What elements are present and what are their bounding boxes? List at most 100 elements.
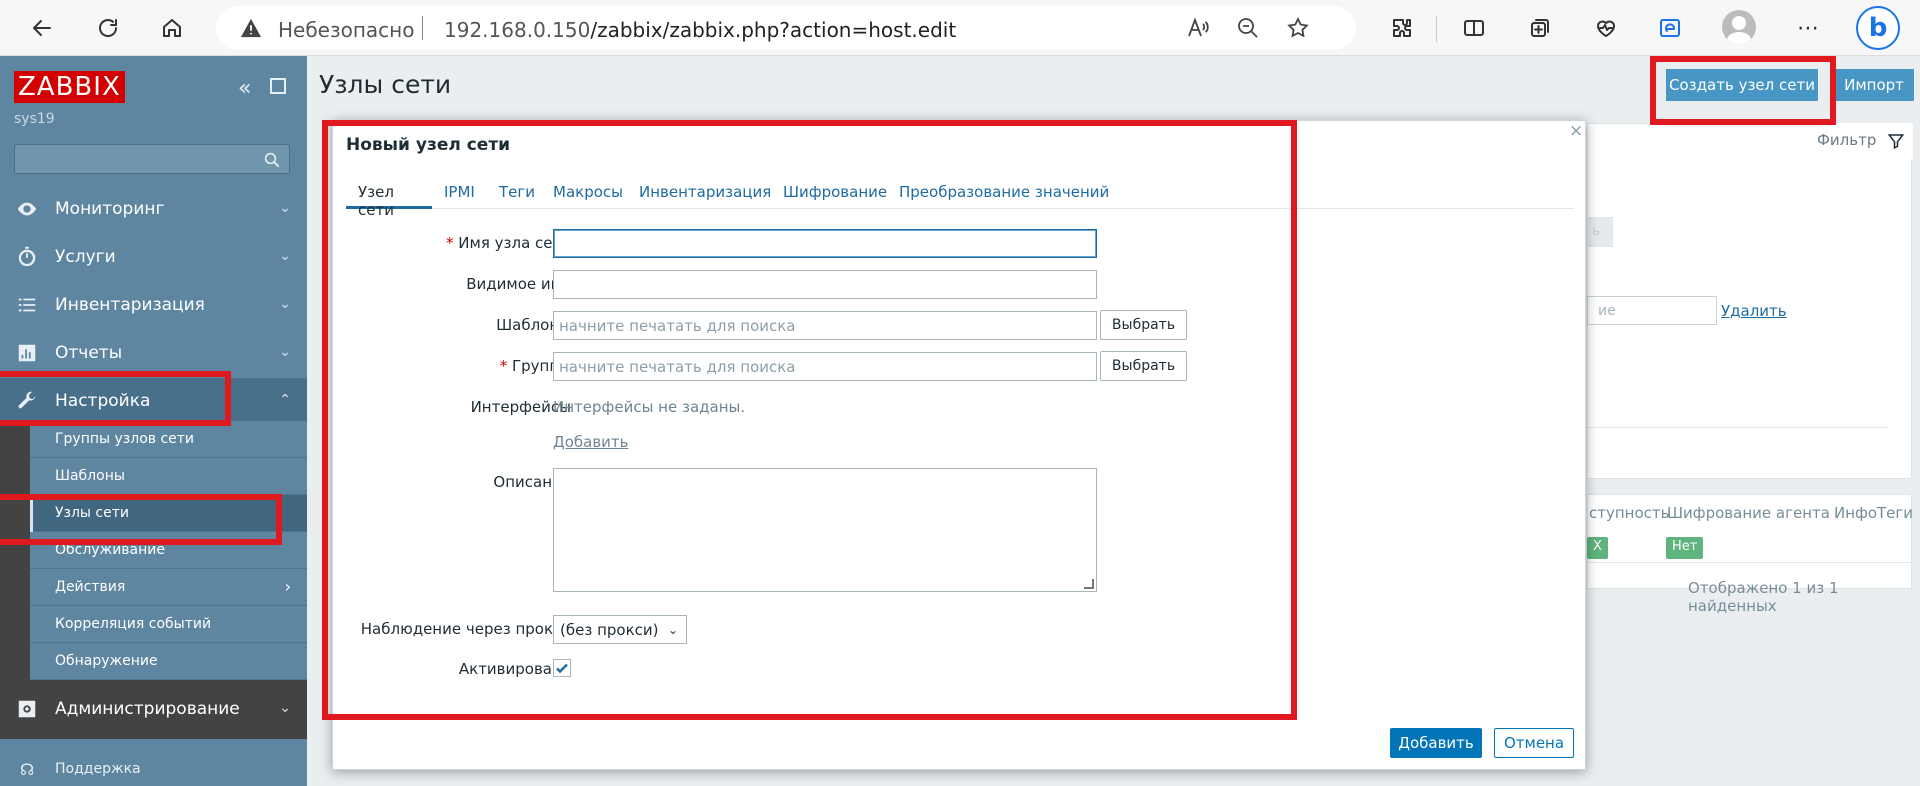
- ie-mode-icon[interactable]: [1650, 8, 1690, 48]
- submenu-label: Обнаружение: [55, 653, 158, 669]
- url-text[interactable]: 192.168.0.150/zabbix/zabbix.php?action=h…: [444, 18, 956, 42]
- required-marker: *: [499, 357, 512, 375]
- zoom-out-icon[interactable]: [1236, 16, 1260, 40]
- cancel-button[interactable]: Отмена: [1494, 728, 1574, 758]
- filter-tab[interactable]: Фильтр: [1807, 123, 1913, 159]
- background-tag-input-text: ие: [1598, 303, 1616, 319]
- submenu-label: Группы узлов сети: [55, 431, 195, 447]
- host-name-label: * Имя узла сети: [371, 234, 571, 252]
- tab-value-mapping[interactable]: Преобразование значений: [899, 177, 1109, 209]
- submenu-label: Действия: [55, 579, 126, 595]
- proxy-label: Наблюдение через прокси: [360, 620, 571, 638]
- menu-inventory[interactable]: Инвентаризация ⌄: [0, 282, 307, 328]
- templates-select-button[interactable]: Выбрать: [1100, 310, 1187, 340]
- filter-icon: [1887, 134, 1905, 149]
- address-bar[interactable]: Небезопасно 192.168.0.150/zabbix/zabbix.…: [216, 6, 1356, 50]
- col-agent-encryption: Шифрование агента: [1667, 504, 1830, 522]
- host-name-input[interactable]: [553, 229, 1097, 258]
- warning-icon: [240, 18, 262, 38]
- col-tags: Теги: [1877, 504, 1914, 522]
- host-tabs: Узел сети IPMI Теги Макросы Инвентаризац…: [346, 177, 1574, 219]
- browser-essentials-icon[interactable]: [1586, 8, 1626, 48]
- menu-monitoring[interactable]: Мониторинг ⌄: [0, 186, 307, 232]
- menu-services[interactable]: Услуги ⌄: [0, 234, 307, 280]
- address-separator: [422, 16, 423, 40]
- menu-label: Инвентаризация: [55, 295, 205, 315]
- refresh-icon[interactable]: [88, 8, 128, 48]
- sidebar-search-input[interactable]: [14, 144, 290, 174]
- add-interface-link[interactable]: Добавить: [553, 433, 629, 451]
- close-icon[interactable]: ×: [1569, 121, 1583, 141]
- background-delete-link[interactable]: Удалить: [1721, 302, 1787, 320]
- bing-chat-icon[interactable]: b: [1856, 6, 1900, 50]
- security-label: Небезопасно: [278, 18, 415, 42]
- templates-input[interactable]: [553, 311, 1097, 340]
- submenu-discovery[interactable]: Обнаружение: [30, 643, 307, 680]
- chevron-down-icon: ⌄: [279, 296, 291, 312]
- chevron-down-icon: ⌄: [667, 623, 678, 637]
- required-marker: *: [446, 234, 459, 252]
- no-interfaces-text: Интерфейсы не заданы.: [553, 398, 746, 416]
- kiosk-mode-icon[interactable]: [270, 78, 286, 94]
- menu-configuration[interactable]: Настройка ⌃: [0, 378, 307, 424]
- home-icon[interactable]: [152, 8, 192, 48]
- groups-select-button[interactable]: Выбрать: [1100, 351, 1187, 381]
- background-tag-input: ие: [1587, 296, 1717, 325]
- menu-administration[interactable]: Администрирование ⌄: [0, 686, 307, 732]
- menu-reports[interactable]: Отчеты ⌄: [0, 330, 307, 376]
- col-availability: ступность: [1589, 504, 1670, 522]
- submenu-event-correlation[interactable]: Корреляция событий: [30, 606, 307, 643]
- clock-icon: [16, 246, 38, 268]
- visible-name-label: Видимое имя: [466, 275, 571, 293]
- background-button-fragment-text: ь: [1592, 223, 1601, 239]
- more-menu-icon[interactable]: ⋯: [1788, 8, 1828, 48]
- tab-ipmi[interactable]: IPMI: [444, 177, 475, 209]
- groups-label: * Группы: [371, 357, 571, 375]
- submenu-host-groups[interactable]: Группы узлов сети: [30, 421, 307, 458]
- submenu-maintenance[interactable]: Обслуживание: [30, 532, 307, 569]
- encryption-none-tag: Нет: [1666, 537, 1704, 559]
- zabbix-logo[interactable]: ZABBIX: [14, 71, 125, 103]
- eye-icon: [16, 198, 38, 220]
- submenu-hosts[interactable]: Узлы сети: [30, 495, 307, 532]
- collections-icon[interactable]: [1520, 8, 1560, 48]
- headset-icon: ☊: [20, 760, 35, 779]
- wrench-icon: [16, 390, 38, 412]
- background-divider: [1587, 427, 1887, 428]
- favorite-star-icon[interactable]: [1286, 16, 1310, 40]
- add-host-button[interactable]: Добавить: [1390, 728, 1482, 758]
- dialog-title: Новый узел сети: [346, 135, 511, 155]
- support-link[interactable]: Поддержка: [55, 761, 141, 777]
- split-screen-icon[interactable]: [1454, 8, 1494, 48]
- browser-toolbar: Небезопасно 192.168.0.150/zabbix/zabbix.…: [0, 0, 1920, 56]
- profile-avatar-icon[interactable]: [1722, 10, 1756, 44]
- tab-host[interactable]: Узел сети: [346, 177, 432, 219]
- chevron-down-icon: ⌄: [279, 344, 291, 360]
- tab-tags[interactable]: Теги: [499, 177, 535, 209]
- availability-tag: X: [1587, 537, 1608, 559]
- back-icon[interactable]: [22, 8, 62, 48]
- tab-inventory[interactable]: Инвентаризация: [639, 177, 771, 209]
- proxy-select[interactable]: (без прокси) ⌄: [553, 615, 687, 644]
- tab-macros[interactable]: Макросы: [553, 177, 623, 209]
- menu-label: Администрирование: [55, 699, 240, 719]
- submenu-actions[interactable]: Действия ›: [30, 569, 307, 606]
- read-aloud-icon[interactable]: [1186, 16, 1210, 40]
- collapse-sidebar-icon[interactable]: «: [238, 76, 251, 101]
- resize-handle[interactable]: [1084, 579, 1094, 589]
- chevron-down-icon: ⌄: [279, 248, 291, 264]
- enabled-checkbox[interactable]: [553, 659, 571, 677]
- server-name: sys19: [14, 111, 55, 127]
- search-icon[interactable]: [263, 151, 281, 169]
- interfaces-label: Интерфейсы: [470, 398, 571, 416]
- tab-encryption[interactable]: Шифрование: [783, 177, 887, 209]
- visible-name-input[interactable]: [553, 270, 1097, 299]
- extensions-icon[interactable]: [1382, 8, 1422, 48]
- submenu-templates[interactable]: Шаблоны: [30, 458, 307, 495]
- chevron-down-icon: ⌄: [279, 200, 291, 216]
- description-textarea[interactable]: [553, 468, 1097, 592]
- groups-input[interactable]: [553, 352, 1097, 381]
- import-button[interactable]: Импорт: [1834, 69, 1914, 101]
- create-host-button[interactable]: Создать узел сети: [1666, 69, 1818, 101]
- menu-label: Отчеты: [55, 343, 123, 363]
